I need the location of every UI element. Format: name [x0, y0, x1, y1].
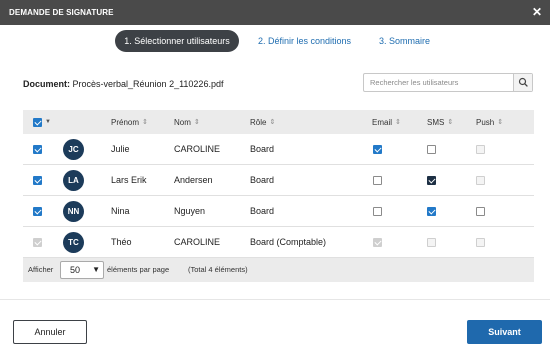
header-role-label: Rôle [250, 117, 267, 127]
cell-prenom: Lars Erik [111, 175, 147, 185]
pagination-bar: Afficher 50 ▼ éléments par page (Total 4… [23, 258, 534, 282]
sms-checkbox[interactable] [427, 206, 436, 216]
header-sms-label: SMS [427, 117, 445, 127]
header-prenom[interactable]: Prénom ⇕ [111, 110, 148, 134]
cell-role: Board [250, 175, 275, 185]
cell-nom: Nguyen [174, 206, 206, 216]
table-header: ▼ Prénom ⇕ Nom ⇕ Rôle ⇕ Email ⇕ SMS ⇕ Push ⇕ [23, 110, 534, 134]
sort-icon: ⇕ [497, 119, 504, 126]
push-checkbox [476, 144, 485, 154]
cell-nom: CAROLINE [174, 237, 221, 247]
cell-prenom: Nina [111, 206, 130, 216]
avatar: NN [63, 200, 84, 222]
dialog-title: DEMANDE DE SIGNATURE [9, 8, 114, 17]
table-row: JC Julie CAROLINE Board [23, 134, 534, 165]
footer-divider [0, 299, 550, 300]
sort-icon: ⇕ [395, 119, 401, 126]
cell-nom: CAROLINE [174, 144, 221, 154]
cell-nom: Andersen [174, 175, 213, 185]
header-prenom-label: Prénom [111, 117, 140, 127]
step-select-users[interactable]: 1. Sélectionner utilisateurs [115, 30, 239, 52]
cell-prenom: Julie [111, 144, 130, 154]
row-select-checkbox[interactable] [33, 144, 42, 154]
wizard-steps: 1. Sélectionner utilisateurs 2. Définir … [0, 30, 550, 52]
step-define-conditions[interactable]: 2. Définir les conditions [258, 30, 351, 52]
cell-role: Board (Comptable) [250, 237, 327, 247]
push-checkbox [476, 237, 485, 247]
next-button[interactable]: Suivant [467, 320, 542, 344]
users-table: ▼ Prénom ⇕ Nom ⇕ Rôle ⇕ Email ⇕ SMS ⇕ Push ⇕ J… [23, 110, 534, 282]
dialog-titlebar: DEMANDE DE SIGNATURE ✕ [0, 0, 550, 25]
header-nom-label: Nom [174, 117, 191, 127]
row-select-checkbox[interactable] [33, 175, 42, 185]
search-icon [518, 77, 528, 87]
header-push[interactable]: Push ⇕ [476, 110, 503, 134]
avatar: LA [63, 169, 84, 191]
cell-prenom: Théo [111, 237, 132, 247]
close-icon[interactable]: ✕ [532, 6, 542, 18]
table-row: TC Théo CAROLINE Board (Comptable) [23, 227, 534, 258]
total-label: (Total 4 éléments) [188, 265, 248, 274]
header-email[interactable]: Email ⇕ [372, 110, 401, 134]
document-info: Document: Procès-verbal_Réunion 2_110226… [23, 79, 223, 89]
user-search [363, 73, 533, 92]
select-all-control: ▼ [33, 110, 51, 134]
row-select-checkbox [33, 237, 42, 247]
email-checkbox[interactable] [373, 144, 382, 154]
cancel-button[interactable]: Annuler [13, 320, 87, 344]
sort-icon: ⇕ [269, 119, 276, 126]
table-row: LA Lars Erik Andersen Board [23, 165, 534, 196]
email-checkbox[interactable] [373, 206, 382, 216]
row-select-checkbox[interactable] [33, 206, 42, 216]
sms-checkbox [427, 237, 436, 247]
document-name: Procès-verbal_Réunion 2_110226.pdf [72, 79, 224, 89]
page-size-value: 50 [70, 265, 81, 275]
avatar: JC [63, 138, 84, 160]
per-page-label: éléments par page [107, 265, 170, 274]
select-all-checkbox[interactable] [33, 117, 42, 127]
search-input[interactable] [364, 74, 514, 91]
push-checkbox [476, 175, 485, 185]
header-role[interactable]: Rôle ⇕ [250, 110, 275, 134]
cell-role: Board [250, 144, 275, 154]
search-button[interactable] [513, 74, 532, 91]
chevron-down-icon: ▼ [92, 265, 100, 274]
header-nom[interactable]: Nom ⇕ [174, 110, 200, 134]
header-sms[interactable]: SMS ⇕ [427, 110, 453, 134]
sort-icon: ⇕ [142, 119, 148, 126]
document-label: Document: [23, 79, 70, 89]
header-email-label: Email [372, 117, 393, 127]
sort-icon: ⇕ [447, 119, 454, 126]
sms-checkbox[interactable] [427, 175, 436, 185]
table-row: NN Nina Nguyen Board [23, 196, 534, 227]
page-size-select[interactable]: 50 ▼ [60, 261, 104, 279]
cell-role: Board [250, 206, 275, 216]
sms-checkbox[interactable] [427, 144, 436, 154]
sort-icon: ⇕ [193, 119, 200, 126]
email-checkbox[interactable] [373, 175, 382, 185]
step-summary[interactable]: 3. Sommaire [379, 30, 430, 52]
push-checkbox[interactable] [476, 206, 485, 216]
show-label: Afficher [28, 265, 54, 274]
header-push-label: Push [476, 117, 495, 127]
avatar: TC [63, 231, 84, 253]
email-checkbox [373, 237, 382, 247]
select-all-dropdown-icon[interactable]: ▼ [45, 119, 51, 125]
